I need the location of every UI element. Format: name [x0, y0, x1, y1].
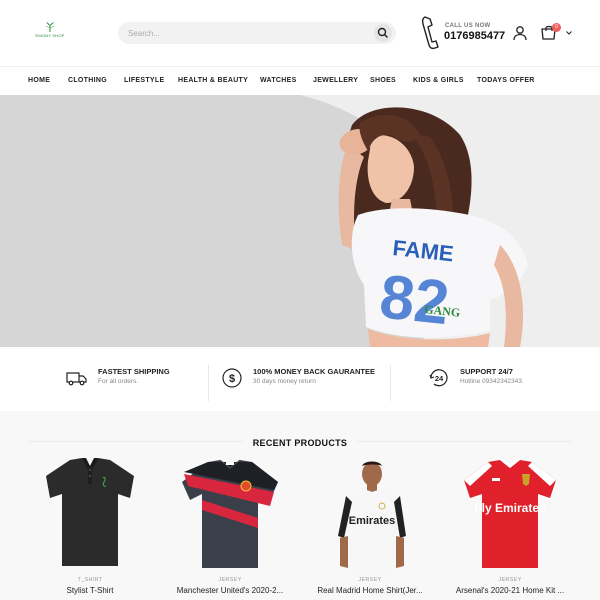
recent-products-section: RECENT PRODUCTS T_SHIRT Stylist T-Shirt … — [0, 411, 600, 600]
leaf-icon — [45, 22, 55, 32]
product-card[interactable]: JERSEY Manchester United's 2020-2... — [160, 456, 300, 600]
product-name[interactable]: Stylist T-Shirt — [20, 586, 160, 595]
site-header: EMONY SHOP CALL US NOW 0176985477 0 — [0, 0, 600, 66]
product-category: JERSEY — [498, 577, 522, 583]
nav-item-todays-offer[interactable]: TODAYS OFFER — [477, 77, 535, 84]
product-image-arsenal-jersey[interactable]: Fly Emirates — [450, 456, 570, 574]
cart-count-badge: 0 — [552, 23, 561, 32]
search-icon — [377, 27, 388, 38]
search-button[interactable] — [374, 24, 392, 42]
feature-title: 100% MONEY BACK GAURANTEE — [253, 367, 375, 376]
jersey-sponsor: Emirates — [349, 515, 395, 527]
nav-item-lifestyle[interactable]: LIFESTYLE — [124, 77, 164, 84]
section-title: RECENT PRODUCTS — [0, 438, 600, 448]
product-name[interactable]: Manchester United's 2020-2... — [160, 586, 300, 595]
user-icon[interactable] — [512, 25, 528, 41]
hero-image: FAME 82 GANG — [0, 95, 600, 347]
call-label: CALL US NOW — [445, 23, 491, 29]
feature-subtitle: Hotline 09342342343. — [460, 378, 524, 385]
feature-title: SUPPORT 24/7 — [460, 367, 513, 376]
nav-item-jewellery[interactable]: JEWELLERY — [313, 77, 358, 84]
jersey-sponsor: Fly Emirates — [474, 501, 546, 515]
section-title-text: RECENT PRODUCTS — [242, 438, 358, 448]
site-logo[interactable]: EMONY SHOP — [30, 22, 70, 42]
hero-banner[interactable]: FAME 82 GANG — [0, 95, 600, 347]
product-card[interactable]: T_SHIRT Stylist T-Shirt — [20, 456, 160, 600]
product-image-man-utd-jersey[interactable] — [170, 456, 290, 574]
nav-item-watches[interactable]: WATCHES — [260, 77, 297, 84]
product-image-real-madrid-jersey[interactable]: Emirates — [310, 456, 430, 574]
call-number[interactable]: 0176985477 — [444, 30, 505, 42]
product-category: JERSEY — [358, 577, 382, 583]
main-nav: HOME CLOTHING LIFESTYLE HEALTH & BEAUTY … — [0, 66, 600, 95]
product-name[interactable]: Real Madrid Home Shirt(Jer... — [300, 586, 440, 595]
phone-icon — [421, 16, 439, 50]
feature-subtitle: 30 days money return — [253, 378, 316, 385]
svg-text:$: $ — [229, 373, 235, 385]
nav-item-health-beauty[interactable]: HEALTH & BEAUTY — [178, 77, 248, 84]
nav-item-clothing[interactable]: CLOTHING — [68, 77, 107, 84]
shirt-print-number: 82 — [377, 262, 453, 338]
nav-item-shoes[interactable]: SHOES — [370, 77, 396, 84]
feature-title: FASTEST SHIPPING — [98, 367, 170, 376]
feature-subtitle: For all orders. — [98, 378, 139, 385]
divider — [208, 365, 209, 401]
product-category: JERSEY — [218, 577, 242, 583]
search-bar — [118, 22, 396, 44]
features-bar: FASTEST SHIPPING For all orders. $ 100% … — [0, 347, 600, 411]
dollar-icon: $ — [222, 368, 242, 388]
product-card[interactable]: Fly Emirates JERSEY Arsenal's 2020-21 Ho… — [440, 456, 580, 600]
truck-icon — [66, 372, 87, 386]
nav-item-home[interactable]: HOME — [28, 77, 50, 84]
product-image-polo[interactable] — [30, 456, 150, 574]
svg-text:24: 24 — [435, 374, 444, 383]
divider — [390, 365, 391, 401]
logo-text: EMONY SHOP — [35, 33, 65, 38]
search-input[interactable] — [128, 25, 368, 41]
nav-item-kids-girls[interactable]: KIDS & GIRLS — [413, 77, 464, 84]
product-category: T_SHIRT — [77, 577, 103, 583]
chevron-down-icon[interactable] — [566, 31, 572, 35]
product-name[interactable]: Arsenal's 2020-21 Home Kit ... — [440, 586, 580, 595]
product-card[interactable]: Emirates JERSEY Real Madrid Home Shirt(J… — [300, 456, 440, 600]
support-24-icon: 24 — [429, 369, 448, 387]
